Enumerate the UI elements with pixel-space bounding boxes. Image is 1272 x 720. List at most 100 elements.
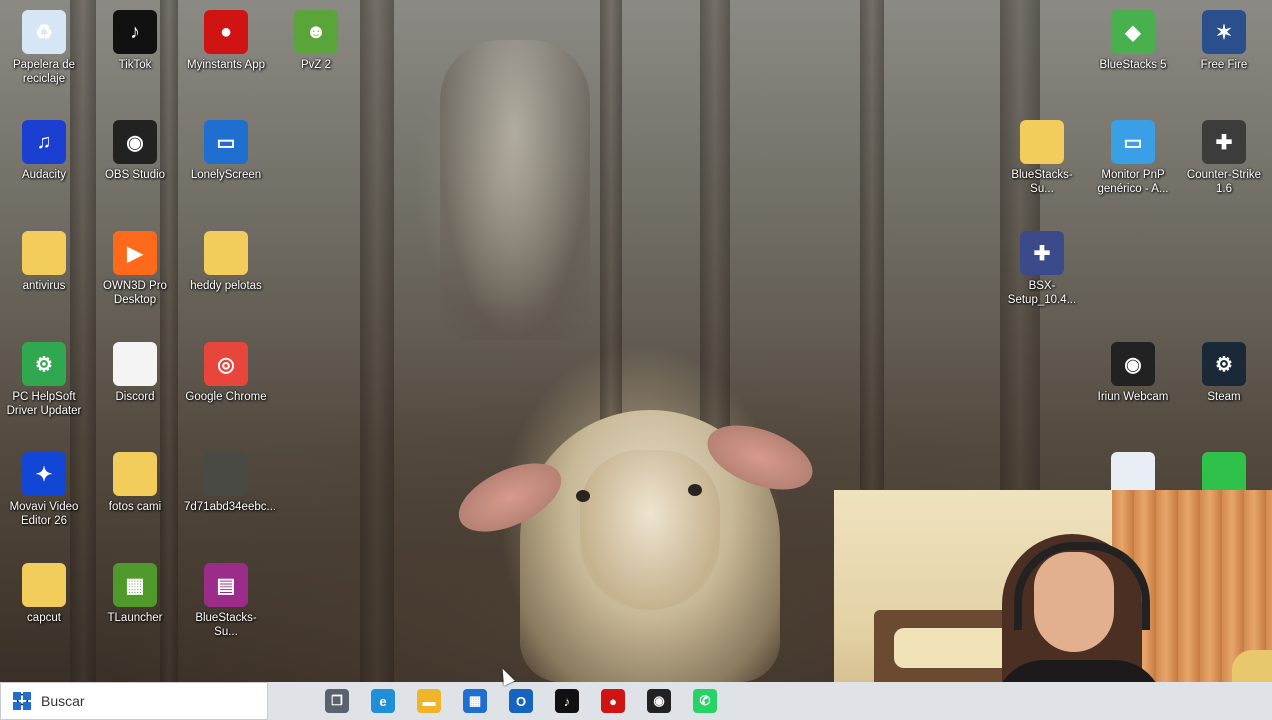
- taskbar-app-microsoft-store[interactable]: ▦: [452, 682, 498, 720]
- bluestacks-icon: ◆: [1111, 10, 1155, 54]
- movavi-icon: ✦: [22, 452, 66, 496]
- desktop-icon-label: fotos cami: [108, 501, 162, 513]
- wallpaper-tree: [360, 0, 394, 682]
- driver-updater-icon: ⚙: [22, 342, 66, 386]
- desktop-icon-label: heddy pelotas: [190, 280, 262, 292]
- tlauncher-icon: ▦: [113, 563, 157, 607]
- desktop-icon-winrar[interactable]: ▤ BlueStacks-Su...: [182, 557, 270, 665]
- search-input[interactable]: [39, 692, 243, 710]
- desktop-icon-label: antivirus: [22, 280, 66, 292]
- folder-icon: [204, 231, 248, 275]
- desktop-icon-label: LonelyScreen: [190, 169, 262, 181]
- start-button[interactable]: [0, 682, 44, 720]
- desktop-icon-obs[interactable]: ◉ OBS Studio: [91, 114, 179, 222]
- wallpaper-figure: [440, 40, 590, 340]
- taskbar-app-tiktok[interactable]: ♪: [544, 682, 590, 720]
- iriun-webcam-icon: ◉: [1111, 342, 1155, 386]
- desktop-icon-myinstants[interactable]: ● Myinstants App: [182, 4, 270, 112]
- folder-icon: [113, 452, 157, 496]
- own3d-icon: ▶: [113, 231, 157, 275]
- folder-icon: [22, 563, 66, 607]
- desktop-icon-steam[interactable]: ⚙ Steam: [1180, 336, 1268, 444]
- desktop-icon-label: 7d71abd34eebc...: [184, 501, 277, 513]
- audacity-icon: ♫: [22, 120, 66, 164]
- desktop-icon-bsx-setup[interactable]: ✚ BSX-Setup_10.4...: [998, 225, 1086, 333]
- taskbar-app-obs-studio[interactable]: ◉: [636, 682, 682, 720]
- desktop-icon-chrome[interactable]: ◎ Google Chrome: [182, 336, 270, 444]
- desktop-icon-label: BlueStacks-Su...: [1011, 169, 1073, 195]
- bsx-setup-icon: ✚: [1020, 231, 1064, 275]
- desktop-icon-driver-updater[interactable]: ⚙ PC HelpSoft Driver Updater: [0, 336, 88, 444]
- counter-strike-icon: ✚: [1202, 120, 1246, 164]
- desktop-icon-label: Iriun Webcam: [1097, 391, 1169, 403]
- desktop-icon-free-fire[interactable]: ✶ Free Fire: [1180, 4, 1268, 112]
- tiktok-icon: ♪: [113, 10, 157, 54]
- desktop-icon-label: Myinstants App: [187, 59, 265, 71]
- desktop-icon-file[interactable]: Discord: [91, 336, 179, 444]
- pvz2-icon: ☻: [294, 10, 338, 54]
- taskbar-app-myinstants[interactable]: ●: [590, 682, 636, 720]
- desktop-icon-label: TLauncher: [107, 612, 163, 624]
- obs-icon: ◉: [647, 689, 671, 713]
- desktop-icon-tiktok[interactable]: ♪ TikTok: [91, 4, 179, 112]
- desktop-icon-bluestacks[interactable]: ◆ BlueStacks 5: [1089, 4, 1177, 112]
- desktop-icon-label: BlueStacks 5: [1099, 59, 1167, 71]
- desktop-icon-label: Audacity: [21, 169, 67, 181]
- steam-icon: ⚙: [1202, 342, 1246, 386]
- wallpaper-sheep-eye: [576, 490, 590, 502]
- myinstants-icon: ●: [204, 10, 248, 54]
- wallpaper-sheep-eye: [688, 484, 702, 496]
- chrome-icon: ◎: [204, 342, 248, 386]
- recycle-bin-icon: ♻: [22, 10, 66, 54]
- desktop-icon-folder[interactable]: heddy pelotas: [182, 225, 270, 333]
- webcam-pillow: [894, 628, 1014, 668]
- desktop-icon-label: OBS Studio: [104, 169, 166, 181]
- desktop-icon-label: Discord: [115, 391, 155, 403]
- desktop-icon-label: capcut: [27, 612, 61, 624]
- obs-icon: ◉: [113, 120, 157, 164]
- desktop-icon-recycle-bin[interactable]: ♻ Papelera de reciclaje: [0, 4, 88, 112]
- taskbar: ❐ e ▬ ▦ O ♪ ● ◉ ✆: [0, 682, 1272, 720]
- desktop-icon-label: Google Chrome: [185, 391, 267, 403]
- desktop-icon-label: TikTok: [118, 59, 152, 71]
- desktop-icon-lonelyscreen[interactable]: ▭ LonelyScreen: [182, 114, 270, 222]
- desktop-icon-monitor[interactable]: ▭ Monitor PnP genérico - A...: [1089, 114, 1177, 222]
- free-fire-icon: ✶: [1202, 10, 1246, 54]
- desktop-icon-folder[interactable]: antivirus: [0, 225, 88, 333]
- taskbar-app-task-view[interactable]: ❐: [314, 682, 360, 720]
- monitor-icon: ▭: [1111, 120, 1155, 164]
- desktop-icon-label: BSX-Setup_10.4...: [1007, 280, 1077, 306]
- desktop-icon-pvz2[interactable]: ☻ PvZ 2: [272, 4, 360, 112]
- desktop-icon-counter-strike[interactable]: ✚ Counter-Strike 1.6: [1180, 114, 1268, 222]
- desktop-icon-label: Free Fire: [1200, 59, 1248, 71]
- desktop-icon-label: Monitor PnP genérico - A...: [1097, 169, 1169, 195]
- edge-icon: e: [371, 689, 395, 713]
- image-file-icon: [204, 452, 248, 496]
- file-icon: [113, 342, 157, 386]
- lonelyscreen-icon: ▭: [204, 120, 248, 164]
- desktop-icon-label: Steam: [1207, 391, 1241, 403]
- desktop-icon-movavi[interactable]: ✦ Movavi Video Editor 26: [0, 446, 88, 554]
- desktop-icon-image-file[interactable]: 7d71abd34eebc...: [182, 446, 277, 554]
- winrar-icon: ▤: [204, 563, 248, 607]
- desktop-icon-folder[interactable]: fotos cami: [91, 446, 179, 554]
- windows-logo-icon: [13, 692, 31, 710]
- wallpaper-sheep-face: [576, 450, 720, 610]
- desktop-icon-iriun-webcam[interactable]: ◉ Iriun Webcam: [1089, 336, 1177, 444]
- tiktok-icon: ♪: [555, 689, 579, 713]
- desktop-icon-folder[interactable]: BlueStacks-Su...: [998, 114, 1086, 222]
- desktop-icon-folder[interactable]: capcut: [0, 557, 88, 665]
- desktop-icon-label: Movavi Video Editor 26: [9, 501, 79, 527]
- taskbar-app-file-explorer[interactable]: ▬: [406, 682, 452, 720]
- taskbar-app-edge[interactable]: e: [360, 682, 406, 720]
- taskbar-app-outlook[interactable]: O: [498, 682, 544, 720]
- folder-icon: [22, 231, 66, 275]
- desktop-icon-own3d[interactable]: ▶ OWN3D Pro Desktop: [91, 225, 179, 333]
- folder-icon: ▬: [417, 689, 441, 713]
- outlook-icon: O: [509, 689, 533, 713]
- desktop-icon-tlauncher[interactable]: ▦ TLauncher: [91, 557, 179, 665]
- whatsapp-icon: ✆: [693, 689, 717, 713]
- task-view-icon: ❐: [325, 689, 349, 713]
- taskbar-app-whatsapp[interactable]: ✆: [682, 682, 728, 720]
- desktop-icon-audacity[interactable]: ♫ Audacity: [0, 114, 88, 222]
